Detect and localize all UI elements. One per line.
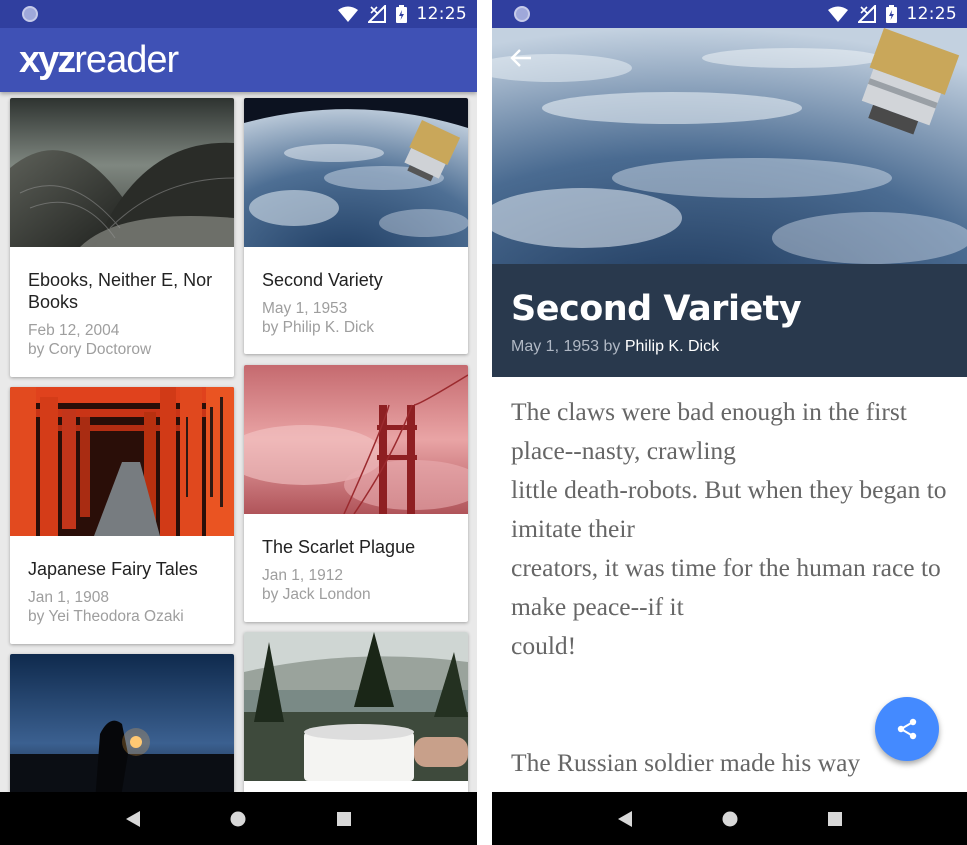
article-grid[interactable]: Ebooks, Neither E, Nor Books Feb 12, 200… bbox=[0, 92, 477, 792]
share-icon bbox=[897, 718, 917, 740]
body-paragraph: little death-robots. But when they began… bbox=[511, 475, 947, 543]
logo-bold: xyz bbox=[19, 39, 76, 81]
article-title: Japanese Fairy Tales bbox=[28, 559, 198, 579]
nav-recents-icon[interactable] bbox=[826, 810, 844, 828]
status-time: 12:25 bbox=[416, 4, 467, 24]
article-card[interactable]: Second Variety May 1, 1953 by Philip K. … bbox=[244, 98, 468, 354]
app-bar: xyzreader bbox=[0, 28, 477, 92]
nav-home-icon[interactable] bbox=[229, 810, 247, 828]
article-date: May 1, 1953 by bbox=[511, 338, 625, 355]
article-author: by Jack London bbox=[262, 586, 371, 603]
article-author: by Yei Theodora Ozaki bbox=[28, 608, 184, 625]
notification-dot-icon bbox=[22, 6, 38, 22]
nav-back-icon[interactable] bbox=[616, 810, 634, 828]
article-author: by Philip K. Dick bbox=[262, 319, 374, 336]
screen-divider bbox=[477, 0, 492, 845]
article-card[interactable] bbox=[244, 632, 468, 792]
article-thumbnail bbox=[244, 632, 468, 781]
no-signal-icon bbox=[857, 5, 876, 23]
article-byline: May 1, 1953 by Philip K. Dick bbox=[511, 338, 948, 356]
no-signal-icon bbox=[367, 5, 386, 23]
nav-back-icon[interactable] bbox=[124, 810, 142, 828]
article-thumbnail bbox=[10, 98, 234, 247]
navigation-bar bbox=[0, 792, 477, 845]
article-hero-image bbox=[492, 28, 967, 264]
navigation-bar bbox=[492, 792, 967, 845]
share-button[interactable] bbox=[875, 697, 939, 761]
article-card[interactable]: Ebooks, Neither E, Nor Books Feb 12, 200… bbox=[10, 98, 234, 377]
article-card[interactable]: Japanese Fairy Tales Jan 1, 1908 by Yei … bbox=[10, 387, 234, 644]
back-arrow-icon[interactable] bbox=[510, 48, 532, 73]
article-title: Second Variety bbox=[511, 289, 802, 329]
status-bar: 12:25 bbox=[492, 0, 967, 28]
wifi-icon bbox=[337, 6, 358, 22]
notification-dot-icon bbox=[514, 6, 530, 22]
body-paragraph: The claws were bad enough in the first p… bbox=[511, 397, 907, 465]
article-card[interactable]: The Scarlet Plague Jan 1, 1912 by Jack L… bbox=[244, 365, 468, 622]
article-author: by Cory Doctorow bbox=[28, 341, 152, 358]
body-paragraph bbox=[511, 665, 947, 704]
article-date: Feb 12, 2004 bbox=[28, 322, 120, 339]
article-thumbnail bbox=[244, 98, 468, 247]
article-title: Ebooks, Neither E, Nor Books bbox=[28, 270, 213, 312]
article-date: May 1, 1953 bbox=[262, 300, 348, 317]
article-thumbnail bbox=[10, 654, 234, 792]
body-paragraph: creators, it was time for the human race… bbox=[511, 553, 941, 621]
article-thumbnail bbox=[10, 387, 234, 536]
battery-charging-icon bbox=[395, 5, 407, 23]
article-card[interactable] bbox=[10, 654, 234, 792]
article-title-panel: Second Variety May 1, 1953 by Philip K. … bbox=[492, 264, 967, 377]
article-author: Philip K. Dick bbox=[624, 338, 720, 355]
article-title: Second Variety bbox=[262, 270, 383, 290]
article-detail-screen: 12:25 Second Variety May 1, 1953 by Phil… bbox=[492, 0, 967, 845]
article-title: The Scarlet Plague bbox=[262, 537, 416, 557]
article-date: Jan 1, 1912 bbox=[262, 567, 344, 584]
app-logo: xyzreader bbox=[19, 39, 179, 81]
article-list-screen: 12:25 xyzreader Ebooks, Neither E, Nor B… bbox=[0, 0, 477, 845]
battery-charging-icon bbox=[885, 5, 897, 23]
nav-recents-icon[interactable] bbox=[335, 810, 353, 828]
status-bar: 12:25 bbox=[0, 0, 477, 28]
article-thumbnail bbox=[244, 365, 468, 514]
article-date: Jan 1, 1908 bbox=[28, 589, 110, 606]
logo-regular: reader bbox=[74, 39, 179, 81]
wifi-icon bbox=[827, 6, 848, 22]
body-paragraph: could! bbox=[511, 631, 577, 660]
status-time: 12:25 bbox=[906, 4, 957, 24]
nav-home-icon[interactable] bbox=[721, 810, 739, 828]
